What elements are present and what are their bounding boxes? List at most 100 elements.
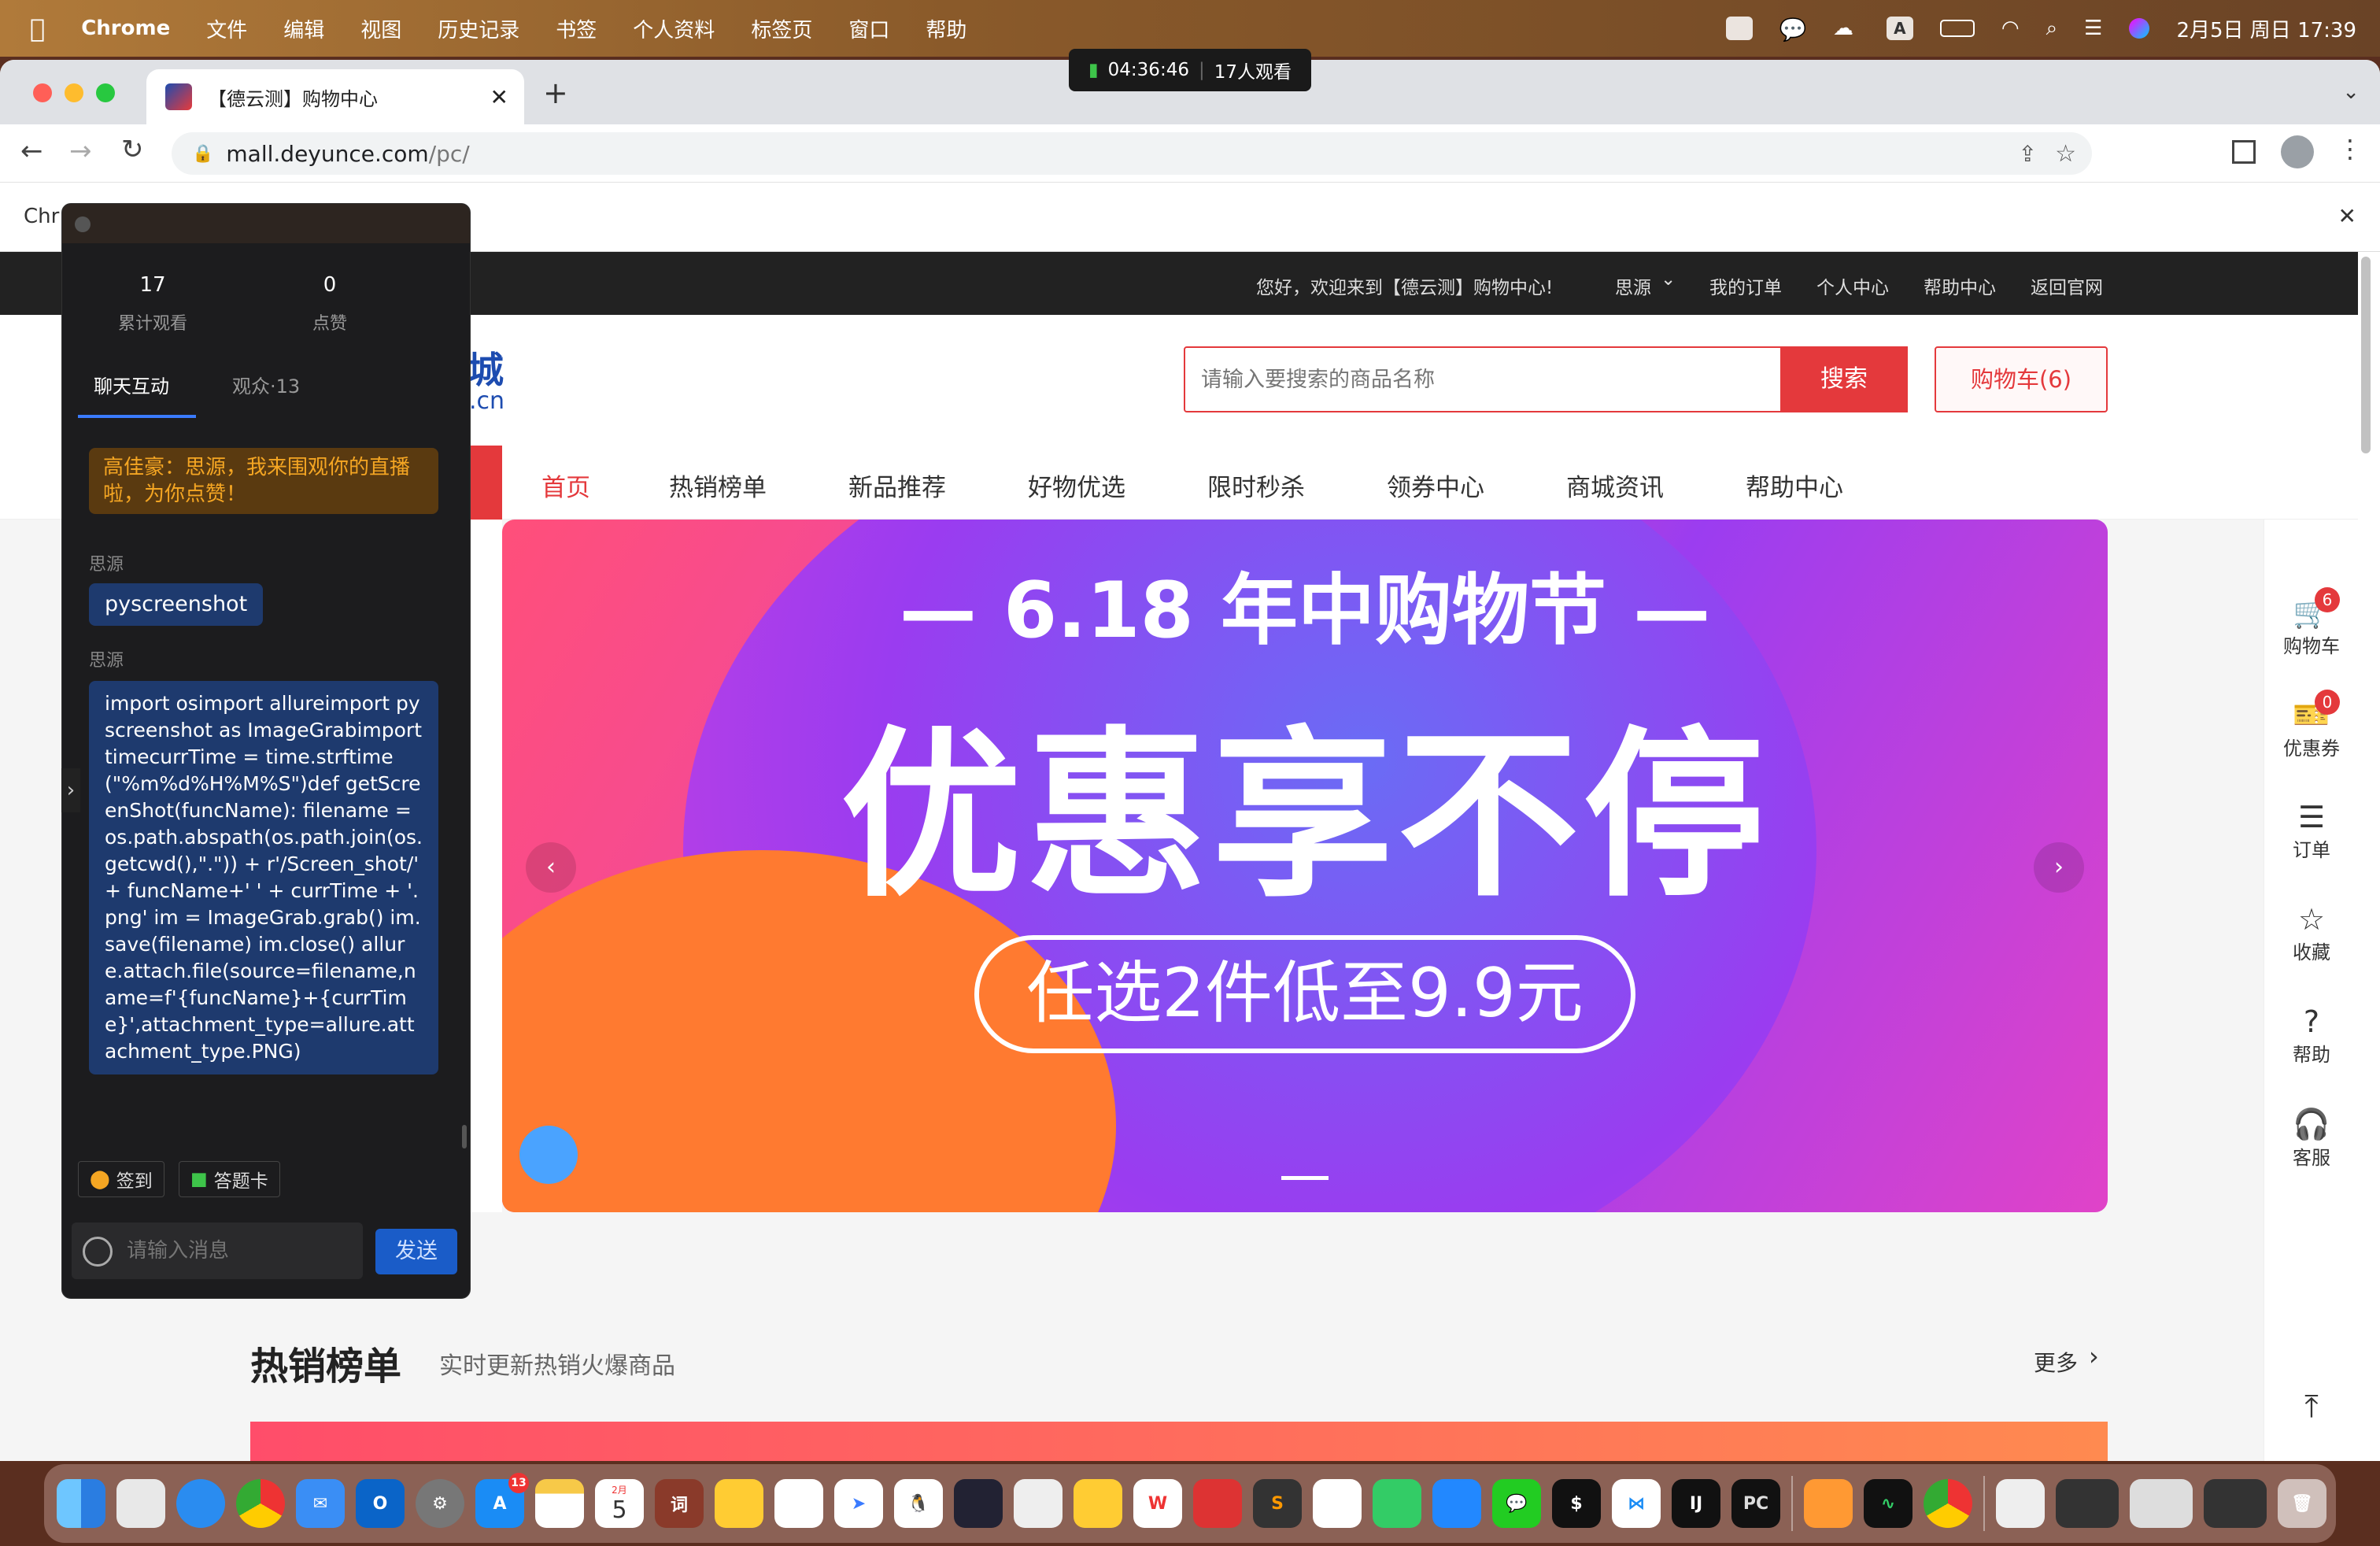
control-center-icon[interactable]: ☰: [2084, 17, 2102, 40]
send-button[interactable]: 发送: [375, 1229, 457, 1274]
input-method-icon[interactable]: A: [1886, 17, 1913, 40]
tab-active[interactable]: 【德云测】购物中心 ✕: [146, 69, 524, 124]
hero-banner[interactable]: — 6.18 年中购物节 — 优惠享不停 任选2件低至9.9元 ‹ ›: [502, 520, 2108, 1212]
back-to-top-icon[interactable]: ⤒: [2264, 1389, 2358, 1425]
menu-bookmarks[interactable]: 书签: [556, 14, 597, 43]
banner-prev-button[interactable]: ‹: [526, 842, 576, 893]
user-menu[interactable]: 思源: [1615, 272, 1651, 299]
rightbar-service[interactable]: 🎧 客服: [2264, 1107, 2358, 1170]
live-status-pill[interactable]: ▮ 04:36:46 | 17人观看: [1069, 49, 1311, 91]
wifi-icon[interactable]: ◠: [2001, 17, 2020, 40]
app-wave-icon[interactable]: [1313, 1479, 1362, 1528]
chat-scrollbar[interactable]: [462, 1125, 467, 1148]
menu-tabs[interactable]: 标签页: [751, 14, 812, 43]
appstore-icon[interactable]: A 13: [475, 1473, 529, 1528]
app-paw-icon[interactable]: [1074, 1479, 1122, 1528]
menu-profile[interactable]: 个人资料: [633, 14, 715, 43]
tab-audience[interactable]: 观众·13: [232, 371, 300, 398]
vscode-icon[interactable]: ⋈: [1612, 1479, 1661, 1528]
pycharm-icon[interactable]: PC: [1731, 1479, 1780, 1528]
document-icon[interactable]: [1996, 1479, 2045, 1528]
settings-icon[interactable]: ⚙: [416, 1479, 464, 1528]
mail-icon[interactable]: ✉: [296, 1479, 345, 1528]
link-my-orders[interactable]: 我的订单: [1709, 272, 1782, 299]
window-thumb-2-icon[interactable]: [2130, 1479, 2193, 1528]
search-icon[interactable]: ⌕: [2046, 17, 2058, 41]
dictionary-icon[interactable]: 词: [655, 1479, 704, 1528]
window-thumb-3-icon[interactable]: [2204, 1479, 2267, 1528]
reload-button[interactable]: ↻: [121, 134, 144, 165]
trash-icon[interactable]: 🗑: [2278, 1479, 2326, 1528]
app-jar-icon[interactable]: [1014, 1479, 1062, 1528]
siri-icon[interactable]: [2129, 18, 2150, 39]
finder-icon[interactable]: [57, 1479, 105, 1528]
checkin-button[interactable]: ⬤ 签到: [78, 1161, 164, 1197]
rightbar-order[interactable]: ☰ 订单: [2264, 800, 2358, 862]
link-official-site[interactable]: 返回官网: [2031, 272, 2103, 299]
nav-new[interactable]: 新品推荐: [848, 468, 946, 503]
profile-avatar[interactable]: [2281, 135, 2314, 168]
banner-next-button[interactable]: ›: [2034, 842, 2084, 893]
menu-history[interactable]: 历史记录: [438, 14, 519, 43]
rightbar-coupon[interactable]: 🎫 优惠券 0: [2264, 690, 2358, 760]
menu-app-name[interactable]: Chrome: [81, 17, 170, 40]
rightbar-cart[interactable]: 🛒 购物车 6: [2264, 587, 2358, 658]
app-green2-icon[interactable]: [1373, 1479, 1421, 1528]
menu-help[interactable]: 帮助: [926, 14, 966, 43]
search-button[interactable]: 搜索: [1780, 346, 1908, 412]
wps-icon[interactable]: W: [1133, 1479, 1182, 1528]
chrome-icon[interactable]: [236, 1479, 285, 1528]
battery-icon[interactable]: [1939, 20, 1975, 37]
nav-news[interactable]: 商城资讯: [1566, 468, 1664, 503]
qq-icon[interactable]: 🐧: [894, 1479, 943, 1528]
nav-home[interactable]: 首页: [541, 468, 590, 503]
menu-edit[interactable]: 编辑: [283, 14, 324, 43]
section-more-link[interactable]: 更多: [2034, 1346, 2078, 1378]
info-bar-close-icon[interactable]: ✕: [2338, 203, 2356, 229]
side-panel-icon[interactable]: [2232, 140, 2256, 164]
menu-window[interactable]: 窗口: [848, 14, 889, 43]
answer-card-button[interactable]: ■ 答题卡: [179, 1161, 280, 1197]
cart-button[interactable]: 购物车(6): [1935, 346, 2108, 412]
outlook-icon[interactable]: O: [356, 1479, 405, 1528]
banner-pager-indicator[interactable]: [1281, 1176, 1329, 1180]
intellij-icon[interactable]: IJ: [1672, 1479, 1720, 1528]
status-cloud-icon[interactable]: ☁: [1833, 17, 1860, 40]
notes-icon[interactable]: [535, 1479, 584, 1528]
bookmark-star-icon[interactable]: ☆: [2055, 140, 2076, 168]
category-menu-button[interactable]: [471, 446, 502, 520]
emoji-icon[interactable]: [83, 1237, 113, 1267]
app-blue-icon[interactable]: [1432, 1479, 1481, 1528]
calendar-icon[interactable]: 2月 5: [595, 1479, 644, 1528]
back-button[interactable]: ←: [20, 135, 43, 167]
minimize-window-button[interactable]: [65, 83, 83, 102]
chat-close-dot[interactable]: [75, 216, 91, 232]
nav-hot[interactable]: 热销榜单: [669, 468, 767, 503]
terminal-icon[interactable]: $: [1552, 1479, 1601, 1528]
safari-icon[interactable]: [176, 1479, 225, 1528]
rightbar-help[interactable]: ? 帮助: [2264, 1004, 2358, 1067]
wechat-icon[interactable]: 💬: [1492, 1479, 1541, 1528]
wechat-status-icon[interactable]: 💬: [1779, 17, 1807, 43]
tab-search-chevron-icon[interactable]: ⌄: [2342, 80, 2360, 104]
nav-flash-sale[interactable]: 限时秒杀: [1207, 468, 1305, 503]
app-orange-icon[interactable]: [1804, 1479, 1853, 1528]
menu-file[interactable]: 文件: [206, 14, 247, 43]
address-bar[interactable]: 🔒 mall.deyunce.com/pc/ ⇪ ☆: [172, 132, 2092, 175]
lock-icon[interactable]: 🔒: [192, 144, 213, 164]
zoom-window-button[interactable]: [96, 83, 115, 102]
app-red-icon[interactable]: [1193, 1479, 1242, 1528]
chevron-down-icon[interactable]: ⌄: [1661, 269, 1676, 290]
nav-picks[interactable]: 好物优选: [1028, 468, 1125, 503]
chat-titlebar[interactable]: [62, 204, 470, 243]
window-thumb-icon[interactable]: [2056, 1479, 2119, 1528]
site-logo[interactable]: 城: [468, 342, 504, 394]
chat-message-input[interactable]: [127, 1232, 347, 1270]
rightbar-favorite[interactable]: ☆ 收藏: [2264, 902, 2358, 964]
forward-button[interactable]: →: [69, 135, 92, 167]
status-app-icon[interactable]: [1725, 17, 1753, 40]
link-help-center[interactable]: 帮助中心: [1924, 272, 1996, 299]
app-cat-icon[interactable]: [954, 1479, 1003, 1528]
launchpad-icon[interactable]: [116, 1479, 165, 1528]
sublime-icon[interactable]: S: [1253, 1479, 1302, 1528]
